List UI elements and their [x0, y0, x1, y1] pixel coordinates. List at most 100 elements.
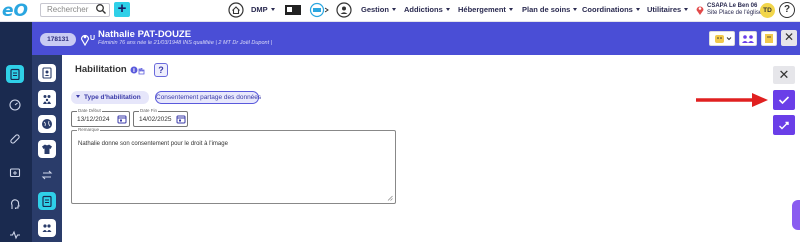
- check-arrow-icon: [779, 121, 789, 130]
- selected-type-chip[interactable]: Consentement partage des données: [155, 91, 261, 104]
- chevron-down-icon: [684, 8, 689, 11]
- chevron-down-icon: [635, 8, 640, 11]
- chevron-down-icon: [445, 8, 450, 11]
- menu-dmp[interactable]: DMP: [251, 5, 275, 14]
- close-form-button[interactable]: ✕: [773, 66, 795, 84]
- menu-hebergement-label: Hébergement: [458, 5, 506, 14]
- family-icon: [43, 95, 51, 104]
- patient-name[interactable]: Nathalie PAT-DOUZE: [98, 29, 191, 40]
- id-card-icon[interactable]: [284, 2, 302, 18]
- date-debut-value: 13/12/2024: [77, 116, 110, 123]
- chevron-down-icon: [270, 8, 275, 11]
- sub-sidebar: [32, 55, 62, 242]
- date-debut-field[interactable]: Date Début 13/12/2024: [71, 108, 130, 127]
- menu-plan-de-soins-label: Plan de soins: [522, 5, 571, 14]
- calendar-icon[interactable]: [117, 114, 127, 124]
- check-icon: [778, 96, 790, 105]
- medical-bag-icon: [9, 168, 21, 178]
- pill-icon: [10, 134, 20, 144]
- validate-and-continue-button[interactable]: [773, 115, 795, 135]
- clipboard-icon: [42, 195, 52, 207]
- sidebar-item-dashboard[interactable]: [6, 96, 24, 114]
- close-patient-button[interactable]: ✕: [781, 30, 797, 46]
- sub-sidebar-item-clothing[interactable]: [38, 140, 56, 158]
- sub-sidebar-item-world[interactable]: [38, 115, 56, 133]
- menu-gestion[interactable]: Gestion: [361, 5, 396, 14]
- main-sidebar: [0, 22, 32, 242]
- chevron-down-icon: [76, 95, 80, 98]
- side-drawer-tab[interactable]: [792, 200, 800, 230]
- sub-sidebar-item-transfer[interactable]: [38, 166, 56, 184]
- sidebar-item-medication[interactable]: [6, 130, 24, 148]
- sidebar-item-psy[interactable]: [6, 195, 24, 213]
- patient-id-badge[interactable]: 178131: [40, 33, 76, 46]
- home-icon[interactable]: [228, 2, 244, 18]
- resize-handle-icon[interactable]: [387, 195, 393, 201]
- sidebar-item-dossier[interactable]: [6, 65, 24, 83]
- top-bar: eO Rechercher + DMP Gestion Addictions H…: [0, 0, 800, 22]
- svg-text:i: i: [133, 68, 135, 74]
- sub-sidebar-item-contacts[interactable]: [38, 219, 56, 237]
- location-pin-icon: [80, 34, 90, 46]
- date-fin-field[interactable]: Date Fin 14/02/2025: [133, 108, 188, 127]
- patient-notes-button[interactable]: [761, 31, 777, 46]
- menu-gestion-label: Gestion: [361, 5, 389, 14]
- chevron-down-icon: [573, 8, 578, 11]
- help-button[interactable]: ?: [779, 2, 795, 18]
- search-icon[interactable]: [95, 3, 107, 15]
- scan-icon[interactable]: [308, 2, 330, 18]
- menu-utilitaires[interactable]: Utilitaires: [647, 5, 689, 14]
- sub-sidebar-item-habilitation[interactable]: [38, 192, 56, 210]
- location-pin-icon: [696, 6, 704, 16]
- info-hand-icon[interactable]: i: [130, 65, 146, 75]
- menu-utilitaires-label: Utilitaires: [647, 5, 682, 14]
- clipboard-icon: [10, 68, 20, 80]
- remarque-label: Remarque: [77, 127, 101, 132]
- group-icon: [742, 35, 754, 43]
- date-fin-value: 14/02/2025: [139, 116, 172, 123]
- sub-sidebar-item-identity[interactable]: [38, 64, 56, 82]
- remarque-value: Nathalie donne son consentement pour le …: [78, 141, 228, 147]
- patient-info: Féminin 76 ans née le 21/03/1948 INS qua…: [98, 40, 273, 46]
- sub-sidebar-item-family[interactable]: [38, 90, 56, 108]
- menu-addictions[interactable]: Addictions: [404, 5, 450, 14]
- head-icon: [11, 199, 20, 209]
- chevron-down-icon: [391, 8, 396, 11]
- patient-mood-button[interactable]: [709, 31, 735, 46]
- note-icon: [765, 34, 773, 43]
- face-icon: [715, 35, 732, 43]
- type-habilitation-tab[interactable]: Type d'habilitation: [71, 91, 149, 104]
- organisation-name: CSAPA Le Ben 06: [707, 3, 758, 9]
- app-logo[interactable]: eO: [2, 1, 32, 21]
- sidebar-item-vitals[interactable]: [6, 226, 24, 242]
- organisation-info[interactable]: CSAPA Le Ben 06 Site Place de l'église: [707, 3, 762, 17]
- patient-banner: 178131 U Nathalie PAT-DOUZE Féminin 76 a…: [32, 22, 800, 55]
- menu-plan-de-soins[interactable]: Plan de soins: [522, 5, 578, 14]
- avatar[interactable]: TD: [760, 3, 775, 18]
- menu-coordinations[interactable]: Coordinations: [582, 5, 640, 14]
- gauge-icon: [9, 99, 21, 111]
- help-button[interactable]: ?: [154, 63, 168, 77]
- pointer-arrow-annotation: [696, 93, 768, 107]
- pulse-icon: [10, 230, 20, 240]
- contact-card-icon: [42, 67, 52, 79]
- menu-dmp-label: DMP: [251, 5, 268, 14]
- menu-hebergement[interactable]: Hébergement: [458, 5, 513, 14]
- calendar-icon[interactable]: [176, 114, 186, 124]
- group-icon: [42, 224, 52, 232]
- date-debut-label: Date Début: [77, 108, 102, 113]
- globe-icon: [42, 119, 52, 129]
- patient-contacts-button[interactable]: [739, 31, 757, 46]
- remarque-textarea[interactable]: Remarque Nathalie donne son consentement…: [71, 127, 396, 204]
- add-button[interactable]: +: [114, 1, 130, 17]
- menu-coordinations-label: Coordinations: [582, 5, 633, 14]
- organisation-site: Site Place de l'église: [707, 10, 763, 16]
- tshirt-icon: [42, 144, 52, 154]
- chevron-down-icon: [508, 8, 513, 11]
- transfer-arrows-icon: [41, 170, 53, 180]
- date-fin-label: Date Fin: [139, 108, 159, 113]
- sidebar-item-care[interactable]: [6, 163, 24, 181]
- validate-button[interactable]: [773, 90, 795, 110]
- type-habilitation-label: Type d'habilitation: [84, 94, 141, 101]
- profile-icon[interactable]: [336, 2, 352, 18]
